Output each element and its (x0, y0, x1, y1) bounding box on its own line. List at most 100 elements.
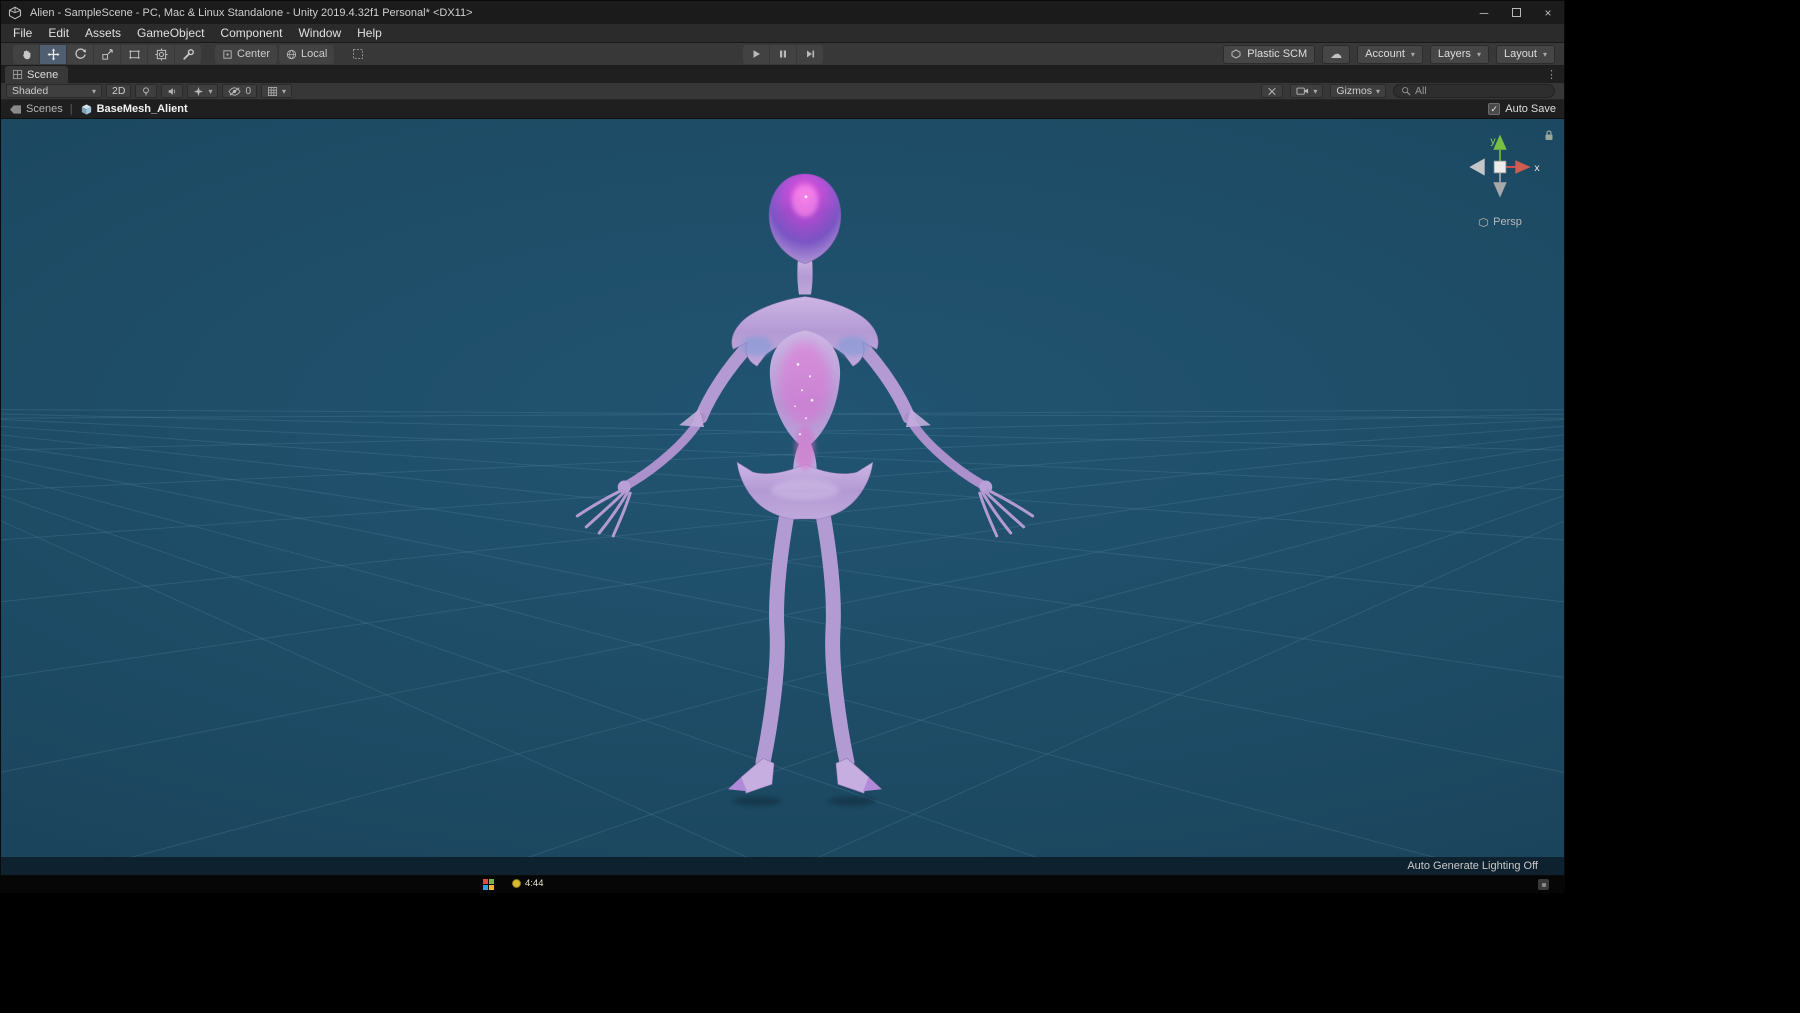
rect-tool-button[interactable] (121, 45, 147, 64)
eye-off-icon (228, 86, 241, 97)
chevron-down-icon: ▾ (1376, 87, 1380, 96)
transform-icon (155, 48, 168, 61)
scene-effects-dropdown[interactable]: ▾ (187, 84, 218, 98)
layers-label: Layers (1438, 48, 1471, 60)
scene-grid-dropdown[interactable]: ▾ (261, 84, 292, 98)
scene-tab-label: Scene (27, 69, 58, 81)
step-icon (804, 48, 816, 60)
title-bar: Alien - SampleScene - PC, Mac & Linux St… (1, 1, 1564, 24)
taskbar-badge-text: 4:44 (525, 878, 544, 889)
plastic-scm-label: Plastic SCM (1247, 48, 1307, 60)
axis-down-cone[interactable] (1493, 182, 1506, 197)
account-dropdown[interactable]: Account ▾ (1357, 45, 1423, 64)
unity-window: Alien - SampleScene - PC, Mac & Linux St… (0, 0, 1565, 876)
lighting-status-text[interactable]: Auto Generate Lighting Off (1407, 860, 1538, 872)
taskbar-app-icon[interactable] (483, 879, 494, 890)
custom-tool-button[interactable] (175, 45, 201, 64)
projection-toggle[interactable]: Persp (1452, 216, 1548, 228)
breadcrumb-scenes[interactable]: Scenes (9, 103, 63, 115)
camera-icon (1296, 86, 1309, 96)
transform-tool-button[interactable] (148, 45, 174, 64)
pause-button[interactable] (770, 45, 796, 64)
axis-neg-cone[interactable] (1469, 158, 1484, 175)
scale-tool-button[interactable] (94, 45, 120, 64)
scene-search-input[interactable]: All (1393, 84, 1555, 98)
chevron-down-icon: ▾ (1313, 87, 1317, 96)
taskbar-badge[interactable]: 4:44 (512, 878, 544, 889)
scene-viewport[interactable]: y x Persp Auto Generate Lighting Off (1, 119, 1564, 875)
minimize-button[interactable]: ─ (1468, 1, 1500, 24)
scene-audio-button[interactable] (161, 84, 183, 98)
scene-camera-dropdown[interactable]: ▾ (1290, 84, 1323, 98)
menu-bar: File Edit Assets GameObject Component Wi… (1, 24, 1564, 43)
check-icon: ✓ (1490, 105, 1498, 114)
hidden-objects-button[interactable]: 0 (222, 84, 257, 98)
wrench-icon (182, 48, 195, 61)
scene-tab-bar: Scene ⋮ (1, 66, 1564, 83)
maximize-button[interactable] (1500, 1, 1532, 24)
window-title: Alien - SampleScene - PC, Mac & Linux St… (30, 7, 473, 19)
menu-help[interactable]: Help (349, 24, 390, 42)
effects-star-icon (193, 86, 204, 97)
unity-logo-icon (8, 6, 22, 20)
auto-save-control: ✓ Auto Save (1488, 103, 1556, 115)
prefab-cube-icon (80, 103, 93, 116)
hand-tool-button[interactable] (13, 45, 39, 64)
globe-icon (286, 49, 297, 60)
draw-mode-dropdown[interactable]: Shaded ▾ (6, 84, 102, 98)
crossed-tools-icon (1267, 86, 1277, 97)
coin-icon (512, 879, 521, 888)
pivot-local-button[interactable]: Local (279, 45, 334, 64)
scale-icon (101, 48, 114, 61)
axis-gizmo[interactable]: y x (1454, 123, 1546, 211)
scene-toolbar-right: ▾ Gizmos ▾ All (1261, 84, 1555, 98)
minimize-icon: ─ (1480, 6, 1489, 20)
rotate-tool-button[interactable] (67, 45, 93, 64)
play-button[interactable] (743, 45, 769, 64)
step-button[interactable] (797, 45, 823, 64)
menu-window[interactable]: Window (290, 24, 349, 42)
account-label: Account (1365, 48, 1405, 60)
tab-scene[interactable]: Scene (5, 66, 68, 83)
layers-dropdown[interactable]: Layers ▾ (1430, 45, 1489, 64)
pivot-center-button[interactable]: Center (215, 45, 277, 64)
persp-label: Persp (1493, 216, 1522, 228)
toggle-2d-button[interactable]: 2D (106, 84, 131, 98)
cloud-button[interactable]: ☁ (1322, 45, 1350, 64)
layout-dropdown[interactable]: Layout ▾ (1496, 45, 1555, 64)
close-button[interactable]: × (1532, 1, 1564, 24)
gizmos-dropdown[interactable]: Gizmos ▾ (1330, 84, 1386, 98)
scene-canvas[interactable] (1, 119, 1564, 875)
cloud-icon: ☁ (1330, 47, 1342, 61)
scene-lighting-button[interactable] (135, 84, 157, 98)
menu-file[interactable]: File (5, 24, 40, 42)
chevron-down-icon: ▾ (92, 87, 96, 96)
plastic-scm-icon (1231, 49, 1241, 59)
tab-menu-icon[interactable]: ⋮ (1546, 68, 1557, 81)
breadcrumb-separator: | (70, 103, 73, 115)
breadcrumb-current[interactable]: BaseMesh_Alient (80, 103, 188, 116)
scene-search-filter: All (1415, 85, 1427, 97)
plastic-scm-button[interactable]: Plastic SCM (1223, 45, 1315, 64)
menu-component[interactable]: Component (212, 24, 290, 42)
auto-save-checkbox[interactable]: ✓ (1488, 103, 1500, 115)
padlock-icon[interactable] (1544, 129, 1554, 142)
move-tool-button[interactable] (40, 45, 66, 64)
toolbar-right: Plastic SCM ☁ Account ▾ Layers ▾ Layout … (1223, 45, 1555, 64)
pivot-group: Center Local (215, 45, 334, 64)
gizmos-label: Gizmos (1336, 85, 1372, 97)
play-controls (743, 45, 823, 64)
grid-snap-button[interactable] (346, 45, 370, 64)
taskbar-tray-icon[interactable] (1538, 879, 1549, 890)
pause-icon (777, 48, 789, 60)
layout-label: Layout (1504, 48, 1537, 60)
menu-gameobject[interactable]: GameObject (129, 24, 212, 42)
scene-tools-button[interactable] (1261, 84, 1283, 98)
axis-center-cube[interactable] (1494, 161, 1505, 172)
alien-model[interactable] (577, 174, 1032, 806)
menu-edit[interactable]: Edit (40, 24, 77, 42)
menu-assets[interactable]: Assets (77, 24, 129, 42)
axis-x-cone[interactable] (1515, 160, 1530, 173)
hidden-count: 0 (245, 86, 251, 97)
screen: { "window": { "title": "Alien - SampleSc… (0, 0, 1800, 1013)
